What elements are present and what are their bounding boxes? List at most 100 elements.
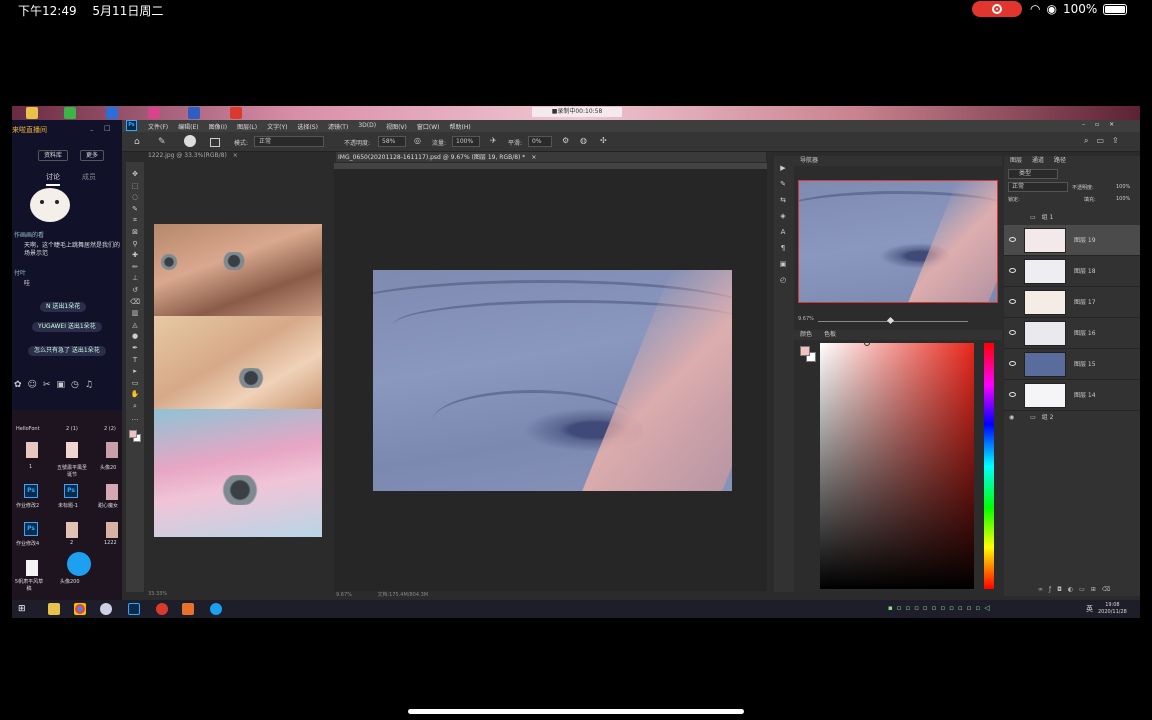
visibility-icon[interactable] (1009, 392, 1016, 397)
settings-icon[interactable]: ✿ (14, 380, 28, 390)
visibility-icon[interactable] (1009, 237, 1016, 242)
nvidia-icon[interactable]: ▪ (888, 604, 897, 612)
pressure-opacity-icon[interactable]: ◎ (414, 136, 421, 145)
artwork[interactable] (373, 270, 732, 491)
network-icon[interactable]: ▫ (976, 604, 985, 612)
app-red-icon[interactable] (230, 107, 242, 119)
history-icon[interactable]: ◴ (778, 276, 788, 284)
visibility-icon[interactable] (1009, 361, 1016, 366)
share-icon[interactable]: ⇪ (1112, 136, 1127, 145)
adjustment-icon[interactable]: ◐ (1068, 586, 1079, 593)
chat-more-button[interactable]: 更多 (80, 150, 105, 161)
tab-layers[interactable]: 图层 (1010, 156, 1022, 166)
photoshop-taskbar-icon[interactable] (128, 603, 140, 615)
brush-icon[interactable]: ✎ (158, 137, 166, 147)
search-icon[interactable]: ⌕ (1084, 136, 1096, 145)
path-select-icon[interactable]: ▸ (130, 367, 140, 375)
visibility-icon[interactable] (1009, 330, 1016, 335)
tab-color[interactable]: 颜色 (800, 330, 812, 340)
visibility-icon[interactable] (1009, 268, 1016, 273)
layer-opacity-value[interactable]: 100% (1116, 184, 1130, 190)
brush-icon[interactable]: ✏ (130, 263, 140, 271)
desktop-icon-10[interactable] (26, 560, 38, 576)
folder-icon[interactable] (26, 107, 38, 119)
chat-library-button[interactable]: 资料库 (38, 150, 69, 161)
ps-file-icon[interactable]: Ps (64, 484, 78, 498)
desktop-icon-6[interactable] (106, 484, 118, 500)
restore-icon[interactable]: ▫ (1095, 121, 1109, 128)
menu-item[interactable]: 3D(D) (358, 122, 376, 131)
adjust-icon[interactable]: ⇆ (778, 196, 788, 204)
menu-item[interactable]: 图层(L) (237, 122, 257, 131)
stamp-icon[interactable]: ⊥ (130, 274, 140, 282)
home-indicator[interactable] (408, 709, 744, 714)
symmetry-icon[interactable]: ✣ (600, 136, 607, 145)
minimize-icon[interactable]: – (1082, 121, 1095, 128)
emoji-icon[interactable]: ☺ (28, 380, 43, 390)
frame-icon[interactable]: ⊠ (130, 228, 140, 236)
fx-icon[interactable]: ƒ (1049, 586, 1057, 593)
message-bubble-icon[interactable] (67, 552, 91, 576)
visibility-icon[interactable]: ◉ (1009, 414, 1014, 421)
recorder-icon[interactable] (182, 603, 194, 615)
word-icon[interactable] (106, 107, 118, 119)
input-language[interactable]: 英 (1086, 604, 1093, 614)
file-explorer-icon[interactable] (48, 603, 60, 615)
gradient-icon[interactable]: ▥ (130, 309, 140, 317)
navigator-thumbnail[interactable] (798, 180, 998, 303)
zoom-icon[interactable]: ⌕ (130, 402, 140, 410)
play-icon[interactable]: ▶ (778, 164, 788, 172)
clock-icon[interactable]: ◷ (71, 380, 85, 390)
close-icon[interactable]: × (233, 152, 238, 159)
tray-app-icon[interactable]: ▫ (967, 604, 976, 612)
visibility-icon[interactable] (1009, 299, 1016, 304)
menu-item[interactable]: 文件(F) (148, 122, 168, 131)
menu-item[interactable]: 选择(S) (297, 122, 318, 131)
eyedropper-icon[interactable]: ⚲ (130, 240, 140, 248)
more-icon[interactable]: … (130, 414, 140, 422)
ref-doc-tab[interactable]: 1222.jpg @ 33.3%(RGB/8) × (148, 152, 326, 162)
menu-item[interactable]: 编辑(E) (178, 122, 198, 131)
layer-group-bottom[interactable]: ◉ ▭ 组 2 (1004, 412, 1140, 424)
healing-icon[interactable]: ✚ (130, 251, 140, 259)
brush-panel-icon[interactable] (210, 138, 220, 147)
clone-source-icon[interactable]: ◈ (778, 212, 788, 220)
volume-icon[interactable]: ◁ (984, 604, 993, 612)
layer-row[interactable]: 图层 15 (1004, 349, 1140, 380)
minimize-icon[interactable]: – (90, 126, 94, 134)
taskbar-clock[interactable]: 19:08 2020/11/28 (1098, 602, 1127, 616)
tray-app-icon[interactable]: ▫ (906, 604, 915, 612)
gear-icon[interactable]: ⚙ (562, 136, 569, 145)
chat-tab-discussion[interactable]: 讨论 (46, 172, 60, 186)
trash-icon[interactable]: ⌫ (1102, 586, 1116, 593)
zoom-slider-handle[interactable] (886, 316, 895, 325)
shape-icon[interactable]: ▭ (130, 379, 140, 387)
home-icon[interactable]: ⌂ (134, 137, 140, 147)
close-icon[interactable]: ✕ (1109, 121, 1124, 128)
dodge-icon[interactable]: ● (130, 332, 140, 340)
layer-row[interactable]: 图层 18 (1004, 256, 1140, 287)
chat-tab-members[interactable]: 成员 (82, 172, 96, 182)
tray-app-icon[interactable]: ▫ (941, 604, 950, 612)
tray-app-icon[interactable]: ▫ (949, 604, 958, 612)
color-picker-cursor[interactable] (864, 340, 870, 346)
messenger-icon[interactable] (210, 603, 222, 615)
maximize-icon[interactable]: □ (104, 124, 111, 132)
close-icon[interactable]: × (531, 154, 536, 161)
hand-icon[interactable]: ✋ (130, 390, 140, 398)
ps-file-icon[interactable]: Ps (24, 484, 38, 498)
hue-slider[interactable] (984, 343, 994, 589)
layer-row[interactable]: 图层 16 (1004, 318, 1140, 349)
desktop-icon-3[interactable] (106, 442, 118, 458)
workspace-icon[interactable]: ▭ (1096, 136, 1112, 145)
ps-file-icon[interactable]: Ps (24, 522, 38, 536)
fill-value[interactable]: 100% (1116, 196, 1130, 202)
navigator-title[interactable]: 导航器 (800, 157, 818, 164)
layer-row[interactable]: 图层 19 (1004, 225, 1140, 256)
opacity-input[interactable]: 58% (378, 136, 406, 147)
tray-app-icon[interactable]: ▫ (958, 604, 967, 612)
layer-row[interactable]: 图层 17 (1004, 287, 1140, 318)
tab-swatches[interactable]: 色板 (824, 330, 836, 340)
mode-select[interactable]: 正常 (254, 136, 324, 147)
layer-row[interactable]: 图层 14 (1004, 380, 1140, 411)
